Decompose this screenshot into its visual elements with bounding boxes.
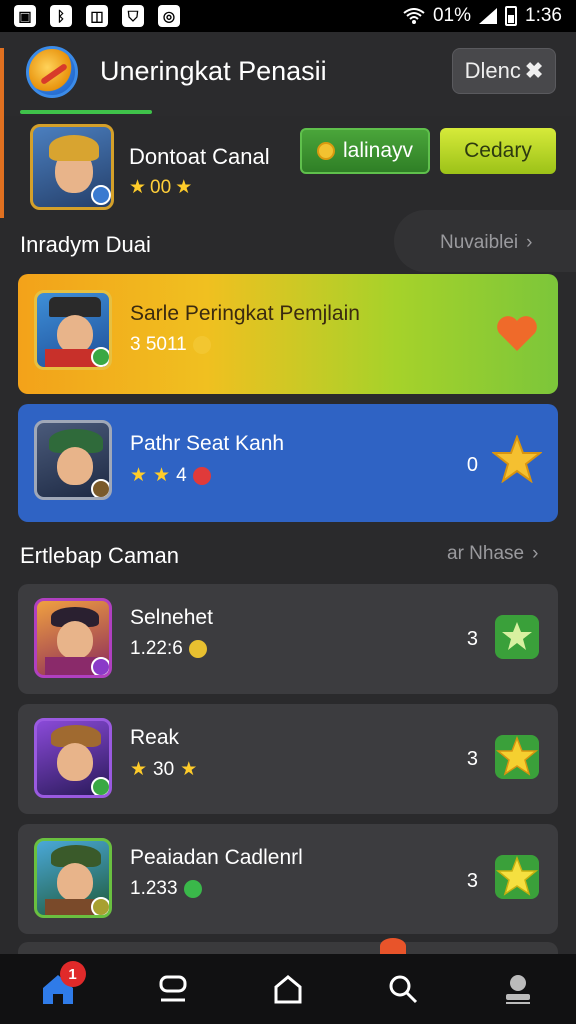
star-icon: ★ xyxy=(153,465,171,486)
card-subtitle: 1.22:6 xyxy=(130,638,207,660)
card-subtitle-value: 1.233 xyxy=(130,878,178,899)
house-icon xyxy=(274,975,302,1004)
card-rank: 3 xyxy=(466,748,478,770)
profile-score-value: 00 xyxy=(150,176,172,198)
card-title: Peaiadan Cadlenrl xyxy=(130,846,303,869)
card-rank: 0 xyxy=(466,454,478,476)
battery-icon xyxy=(505,6,518,26)
avatar[interactable] xyxy=(30,124,114,210)
primary-action-label: lalinayv xyxy=(342,139,414,162)
bottom-nav: 1 xyxy=(0,954,576,1024)
smile-icon xyxy=(188,640,207,658)
chat-icon xyxy=(159,975,187,1002)
section-link[interactable]: Nuvaiblei › xyxy=(440,232,532,254)
featured-card[interactable]: Pathr Seat Kanh ★ ★ 4 0 xyxy=(18,404,558,522)
card-subtitle: ★ 30 ★ xyxy=(130,758,197,781)
star-badge-icon[interactable] xyxy=(492,612,542,662)
card-subtitle: 1.233 xyxy=(130,878,202,900)
shield-icon: ⛉ xyxy=(122,5,144,27)
header-close-button[interactable]: Dlenc ✖ xyxy=(452,48,556,94)
secondary-action-label: Cedary xyxy=(464,139,532,162)
star-icon[interactable] xyxy=(492,434,542,484)
section-title: Inradym Duai xyxy=(20,232,151,257)
heart-icon xyxy=(380,938,406,954)
nav-home[interactable]: 1 xyxy=(28,959,88,1019)
card-title: Sarle Peringkat Pemjlain xyxy=(130,302,360,325)
smile-icon xyxy=(192,336,211,354)
section-title: Ertlebap Caman xyxy=(20,543,179,568)
card-title: Selnehet xyxy=(130,606,213,629)
avatar xyxy=(34,598,112,678)
app-logo-icon[interactable] xyxy=(26,46,78,98)
notification-badge: 1 xyxy=(59,961,86,987)
star-badge-icon[interactable] xyxy=(492,852,542,902)
list-item[interactable]: Selnehet 1.22:6 3 xyxy=(18,584,558,694)
instagram-icon: ◎ xyxy=(158,5,180,27)
search-icon xyxy=(389,975,418,1004)
active-tab-indicator xyxy=(20,110,152,114)
section-link-label: ar Nhase xyxy=(447,543,525,564)
image-icon: ▣ xyxy=(14,5,36,27)
avatar xyxy=(34,718,112,798)
avatar xyxy=(34,290,112,370)
star-badge-icon[interactable] xyxy=(492,732,542,782)
nav-search[interactable] xyxy=(373,959,433,1019)
card-rank: 3 xyxy=(466,870,478,892)
secondary-action-button[interactable]: Cedary xyxy=(440,128,556,174)
star-icon: ★ xyxy=(130,759,148,780)
card-subtitle-value: 4 xyxy=(176,464,187,486)
profile-icon xyxy=(506,975,531,1004)
app-header: Uneringkat Penasii Dlenc ✖ xyxy=(0,32,576,116)
nav-chat[interactable] xyxy=(143,959,203,1019)
avatar xyxy=(34,838,112,918)
card-title: Pathr Seat Kanh xyxy=(130,432,285,455)
chevron-right-icon: › xyxy=(532,543,539,564)
nfc-icon: ◫ xyxy=(86,5,108,27)
battery-percent: 01% xyxy=(432,5,472,26)
bluetooth-icon: ᛒ xyxy=(50,5,72,27)
card-subtitle-value: 1.22:6 xyxy=(130,638,183,659)
list-item[interactable]: Reak ★ 30 ★ 3 xyxy=(18,704,558,814)
card-subtitle-value: 30 xyxy=(153,758,175,780)
page-title: Uneringkat Penasii xyxy=(100,56,327,86)
smile-icon xyxy=(192,466,211,485)
card-rank: 3 xyxy=(466,628,478,650)
section-link-label: Nuvaiblei xyxy=(440,232,519,253)
nav-profile[interactable] xyxy=(488,959,548,1019)
star-icon: ★ xyxy=(130,465,148,486)
card-subtitle: 3 5011 xyxy=(130,334,211,356)
featured-card[interactable]: Sarle Peringkat Pemjlain 3 5011 xyxy=(18,274,558,394)
primary-action-button[interactable]: lalinayv xyxy=(300,128,430,174)
heart-icon[interactable] xyxy=(492,308,542,358)
status-bar: ▣ ᛒ ◫ ⛉ ◎ 01% 1:36 xyxy=(0,0,576,32)
star-icon: ★ xyxy=(180,759,198,780)
profile-score: ★ 00 ★ xyxy=(129,176,192,199)
clock: 1:36 xyxy=(525,5,562,26)
close-icon: ✖ xyxy=(524,58,544,83)
star-icon: ★ xyxy=(129,177,147,198)
smile-icon xyxy=(183,880,202,898)
wifi-icon xyxy=(403,8,425,24)
coin-icon xyxy=(316,142,335,160)
card-subtitle: ★ ★ 4 xyxy=(130,464,211,487)
card-subtitle-value: 3 5011 xyxy=(130,334,187,355)
signal-icon xyxy=(479,8,498,24)
list-item[interactable]: Peaiadan Cadlenrl 1.233 3 xyxy=(18,824,558,934)
star-icon: ★ xyxy=(175,177,193,198)
section-link[interactable]: ar Nhase › xyxy=(447,543,538,565)
chevron-right-icon: › xyxy=(526,232,533,253)
profile-name: Dontoat Canal xyxy=(129,144,270,169)
nav-house[interactable] xyxy=(258,959,318,1019)
card-title: Reak xyxy=(130,726,180,749)
header-button-label: Dlenc xyxy=(464,58,521,83)
avatar xyxy=(34,420,112,500)
drawer-edge-handle[interactable] xyxy=(0,48,4,218)
